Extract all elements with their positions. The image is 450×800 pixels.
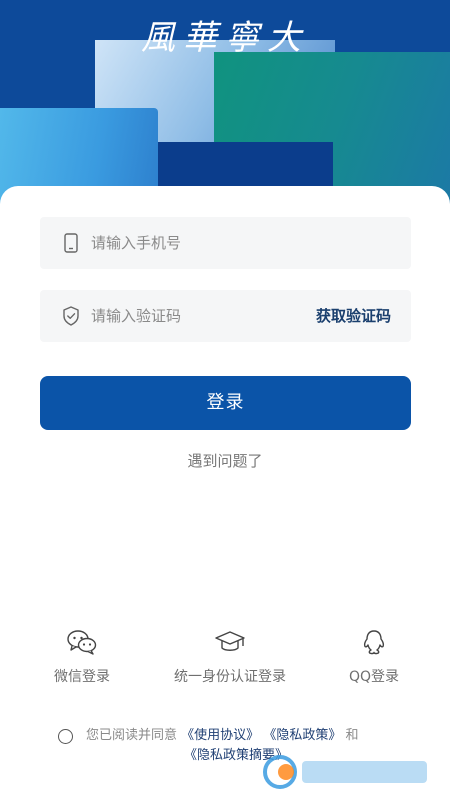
graduation-cap-icon <box>215 631 245 651</box>
agreement-conjunction: 和 <box>345 728 359 743</box>
shield-icon <box>63 306 79 326</box>
get-code-button[interactable]: 获取验证码 <box>316 290 391 342</box>
privacy-link[interactable]: 《隐私政策》 <box>263 728 341 743</box>
qq-login-button[interactable]: QQ登录 <box>335 628 413 686</box>
agree-radio[interactable] <box>58 729 73 744</box>
code-input[interactable] <box>91 290 291 342</box>
identity-login-label: 统一身份认证登录 <box>174 669 286 685</box>
app-logo: 風華寧大 <box>141 18 309 58</box>
qq-login-label: QQ登录 <box>348 669 400 685</box>
wechat-login-label: 微信登录 <box>54 669 110 685</box>
identity-login-button[interactable]: 统一身份认证登录 <box>160 628 300 686</box>
phone-field[interactable] <box>40 217 411 269</box>
header-banner: 風華寧大 <box>0 0 450 215</box>
login-button[interactable]: 登录 <box>40 376 411 430</box>
phone-input[interactable] <box>91 217 291 269</box>
terms-link[interactable]: 《使用协议》 <box>181 728 259 743</box>
qq-icon <box>363 630 385 655</box>
phone-icon <box>64 233 78 253</box>
wechat-login-button[interactable]: 微信登录 <box>42 628 122 686</box>
agreement-prefix: 您已阅读并同意 <box>86 728 178 743</box>
trouble-link[interactable]: 遇到问题了 <box>0 450 450 471</box>
wechat-icon <box>67 630 97 655</box>
login-card: 获取验证码 登录 遇到问题了 微信登录 统一身份认证登录 QQ登录 <box>0 186 450 800</box>
code-field[interactable]: 获取验证码 <box>40 290 411 342</box>
site-watermark-logo <box>263 755 427 789</box>
